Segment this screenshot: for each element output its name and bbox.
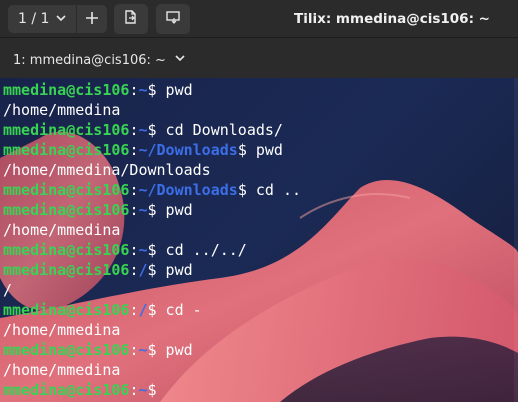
window-title: Tilix: mmedina@cis106: ~ xyxy=(294,11,490,27)
terminal-lines: mmedina@cis106:~$ pwd/home/mmedina mmedin… xyxy=(3,80,301,400)
prompt-user-host: mmedina@cis106 xyxy=(3,201,130,219)
split-right-icon xyxy=(123,9,139,29)
command-text: cd ../../ xyxy=(156,241,247,259)
command-text: cd Downloads/ xyxy=(156,121,283,139)
terminal-scrollbar[interactable] xyxy=(514,78,518,402)
prompt-directory: ~ xyxy=(138,201,148,219)
terminal-tab[interactable]: 1: mmedina@cis106: ~ xyxy=(13,52,186,68)
output-line: /home/mmedina xyxy=(3,220,301,240)
output-line: / xyxy=(3,280,301,300)
command-text xyxy=(157,381,166,399)
session-switcher-button[interactable]: 1 / 1 xyxy=(8,5,76,33)
prompt-symbol: $ xyxy=(147,261,157,279)
split-right-button[interactable] xyxy=(114,4,148,34)
prompt-line: mmedina@cis106:~$ cd ../../ xyxy=(3,240,301,260)
tab-bar: 1: mmedina@cis106: ~ xyxy=(0,38,518,78)
prompt-line: mmedina@cis106:~$ xyxy=(3,380,301,400)
split-down-button[interactable] xyxy=(156,4,190,34)
plus-icon xyxy=(85,10,99,29)
prompt-directory: / xyxy=(138,301,148,319)
output-text: /home/mmedina xyxy=(3,101,121,119)
prompt-user-host: mmedina@cis106 xyxy=(3,81,130,99)
chevron-down-icon xyxy=(55,12,67,28)
command-text: pwd xyxy=(156,81,193,99)
prompt-line: mmedina@cis106:~/Downloads$ cd .. xyxy=(3,180,301,200)
prompt-symbol: $ xyxy=(147,341,157,359)
prompt-user-host: mmedina@cis106 xyxy=(3,241,130,259)
output-text: /home/mmedina xyxy=(3,361,121,379)
split-down-icon xyxy=(165,9,181,29)
command-text: pwd xyxy=(156,201,193,219)
prompt-directory: ~ xyxy=(138,381,148,399)
prompt-line: mmedina@cis106:/$ pwd xyxy=(3,260,301,280)
prompt-line: mmedina@cis106:~$ pwd xyxy=(3,200,301,220)
prompt-directory: ~ xyxy=(138,121,148,139)
prompt-line: mmedina@cis106:~$ pwd xyxy=(3,80,301,100)
output-line: /home/mmedina xyxy=(3,360,301,380)
add-session-button[interactable] xyxy=(77,5,107,33)
prompt-line: mmedina@cis106:~/Downloads$ pwd xyxy=(3,140,301,160)
command-text: cd .. xyxy=(246,181,302,199)
prompt-directory: / xyxy=(138,261,148,279)
output-text: /home/mmedina xyxy=(3,221,121,239)
terminal-output[interactable]: mmedina@cis106:~$ pwd/home/mmedina mmedin… xyxy=(0,78,518,402)
prompt-symbol: $ xyxy=(237,141,247,159)
output-line: /home/mmedina xyxy=(3,320,301,340)
prompt-symbol: $ xyxy=(147,201,157,219)
prompt-directory: ~/Downloads xyxy=(138,181,238,199)
terminal-tab-label: 1: mmedina@cis106: ~ xyxy=(13,52,166,68)
output-text: / xyxy=(3,281,13,299)
prompt-user-host: mmedina@cis106 xyxy=(3,381,130,399)
prompt-line: mmedina@cis106:~$ pwd xyxy=(3,340,301,360)
prompt-symbol: $ xyxy=(147,81,157,99)
session-label: 1 / 1 xyxy=(18,11,50,27)
output-line: /home/mmedina/Downloads xyxy=(3,160,301,180)
prompt-directory: ~ xyxy=(138,241,148,259)
prompt-symbol: $ xyxy=(147,301,157,319)
command-text: pwd xyxy=(156,261,193,279)
prompt-user-host: mmedina@cis106 xyxy=(3,121,130,139)
prompt-symbol: $ xyxy=(147,121,157,139)
chevron-down-icon[interactable] xyxy=(174,52,186,68)
prompt-line: mmedina@cis106:/$ cd - xyxy=(3,300,301,320)
prompt-directory: ~/Downloads xyxy=(138,141,238,159)
prompt-directory: ~ xyxy=(138,81,148,99)
prompt-symbol: $ xyxy=(147,381,157,399)
command-text: pwd xyxy=(246,141,283,159)
prompt-user-host: mmedina@cis106 xyxy=(3,141,130,159)
output-text: /home/mmedina/Downloads xyxy=(3,161,211,179)
output-line: /home/mmedina xyxy=(3,100,301,120)
command-text: cd - xyxy=(156,301,202,319)
command-text: pwd xyxy=(156,341,193,359)
prompt-directory: ~ xyxy=(138,341,148,359)
prompt-user-host: mmedina@cis106 xyxy=(3,341,130,359)
output-text: /home/mmedina xyxy=(3,321,121,339)
prompt-line: mmedina@cis106:~$ cd Downloads/ xyxy=(3,120,301,140)
title-bar: 1 / 1 Tilix: mmedina@cis106: ~ xyxy=(0,0,518,38)
prompt-symbol: $ xyxy=(147,241,157,259)
prompt-user-host: mmedina@cis106 xyxy=(3,301,130,319)
prompt-symbol: $ xyxy=(237,181,247,199)
prompt-user-host: mmedina@cis106 xyxy=(3,261,130,279)
prompt-user-host: mmedina@cis106 xyxy=(3,181,130,199)
